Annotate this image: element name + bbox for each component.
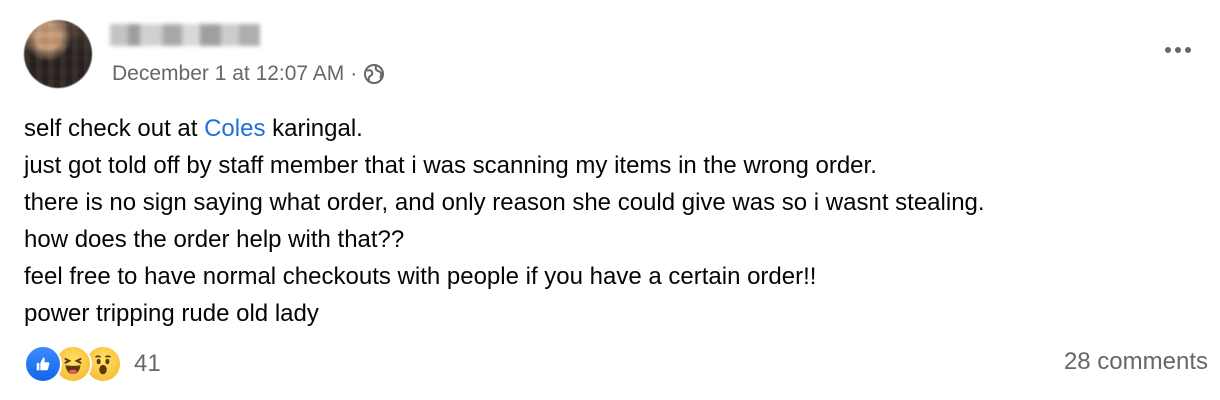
mention-link[interactable]: Coles	[204, 115, 265, 142]
post-body: self check out at Coles karingal. just g…	[24, 110, 1194, 332]
like-icon	[24, 345, 62, 383]
facebook-post: December 1 at 12:07 AM · self check out …	[0, 0, 1220, 400]
reaction-count: 41	[134, 350, 161, 377]
comments-count[interactable]: 28 comments	[1064, 348, 1208, 376]
post-line-3: there is no sign saying what order, and …	[24, 189, 985, 216]
more-horizontal-icon[interactable]	[1160, 38, 1196, 62]
author-name-blurred[interactable]	[110, 24, 260, 46]
post-timestamp[interactable]: December 1 at 12:07 AM	[112, 62, 344, 86]
post-line-5: feel free to have normal checkouts with …	[24, 263, 817, 290]
post-line-2: just got told off by staff member that i…	[24, 152, 877, 179]
globe-icon[interactable]	[363, 63, 385, 85]
meta-separator: ·	[350, 62, 358, 85]
post-line-6: power tripping rude old lady	[24, 300, 319, 327]
post-line-1: self check out at Coles karingal.	[24, 115, 363, 142]
reactions-summary[interactable]: 41	[24, 344, 161, 384]
author-avatar[interactable]	[24, 20, 92, 88]
post-line-4: how does the order help with that??	[24, 226, 405, 253]
post-meta: December 1 at 12:07 AM ·	[112, 60, 385, 88]
